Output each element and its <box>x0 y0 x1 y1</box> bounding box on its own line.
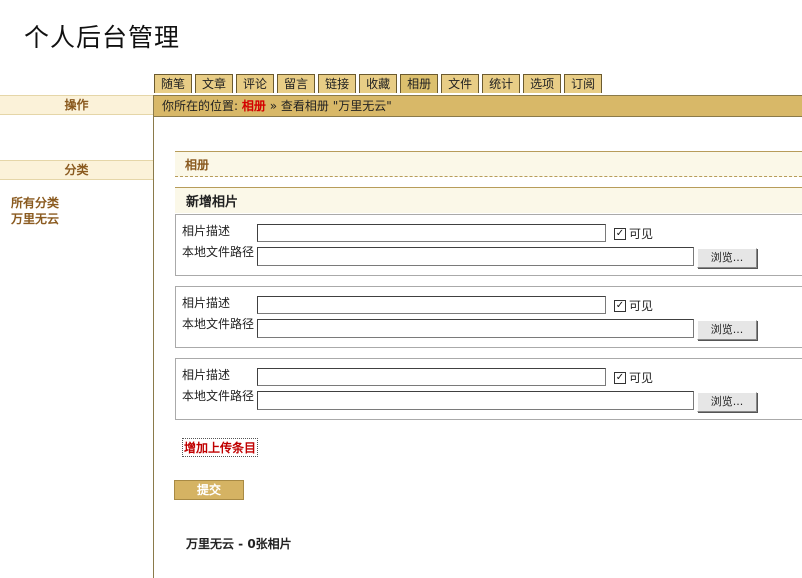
file-path-label: 本地文件路径 <box>182 317 255 331</box>
upload-row: 相片描述 ✓ 可见 本地文件路径 浏览... <box>175 286 802 348</box>
sidebar-divider <box>153 95 154 578</box>
category-list: 所有分类 万里无云 <box>11 195 59 227</box>
photo-desc-label: 相片描述 <box>182 296 231 310</box>
sidebar-item-category[interactable]: 万里无云 <box>11 211 59 227</box>
album-summary: 万里无云 - 0张相片 <box>186 537 292 551</box>
file-path-input[interactable] <box>257 391 694 410</box>
file-path-input[interactable] <box>257 319 694 338</box>
visible-toggle[interactable]: ✓ 可见 <box>614 369 653 386</box>
tab-album[interactable]: 相册 <box>400 74 439 93</box>
tab-options[interactable]: 选项 <box>523 74 562 93</box>
visible-label: 可见 <box>629 299 654 313</box>
visible-toggle[interactable]: ✓ 可见 <box>614 225 653 242</box>
add-upload-item-link[interactable]: 增加上传条目 <box>181 438 259 457</box>
file-path-input[interactable] <box>257 247 694 266</box>
new-photos-title: 新增相片 <box>186 195 239 210</box>
sidebar-item-all-categories[interactable]: 所有分类 <box>11 195 59 211</box>
visible-checkbox[interactable]: ✓ <box>614 227 626 240</box>
visible-checkbox[interactable]: ✓ <box>614 371 626 384</box>
breadcrumb-rest: 查看相册 "万里无云" <box>280 99 392 113</box>
tab-stats[interactable]: 统计 <box>482 74 521 93</box>
visible-checkbox[interactable]: ✓ <box>614 299 626 312</box>
submit-button[interactable]: 提交 <box>174 480 244 500</box>
breadcrumb-separator: » <box>269 99 278 113</box>
browse-button[interactable]: 浏览... <box>697 392 757 412</box>
upload-row: 相片描述 ✓ 可见 本地文件路径 浏览... <box>175 214 802 276</box>
file-path-label: 本地文件路径 <box>182 389 255 403</box>
visible-toggle[interactable]: ✓ 可见 <box>614 297 653 314</box>
album-section-title: 相册 <box>185 158 210 172</box>
new-photos-header: 新增相片 <box>175 187 802 213</box>
sidebar-ops-header: 操作 <box>0 95 153 115</box>
photo-desc-label: 相片描述 <box>182 224 231 238</box>
tab-subscribe[interactable]: 订阅 <box>564 74 603 93</box>
tab-articles[interactable]: 文章 <box>195 74 234 93</box>
page-title: 个人后台管理 <box>24 23 181 52</box>
photo-desc-input[interactable] <box>257 296 606 314</box>
visible-label: 可见 <box>629 227 654 241</box>
photo-desc-input[interactable] <box>257 224 606 242</box>
tab-files[interactable]: 文件 <box>441 74 480 93</box>
tab-notes[interactable]: 随笔 <box>154 74 193 93</box>
sidebar-categories-header: 分类 <box>0 160 153 180</box>
tab-links[interactable]: 链接 <box>318 74 357 93</box>
tab-messages[interactable]: 留言 <box>277 74 316 93</box>
browse-button[interactable]: 浏览... <box>697 320 757 340</box>
photo-desc-label: 相片描述 <box>182 368 231 382</box>
album-section-header: 相册 <box>175 151 802 177</box>
breadcrumb-current-link[interactable]: 相册 <box>242 99 266 113</box>
tab-comments[interactable]: 评论 <box>236 74 275 93</box>
breadcrumb: 你所在的位置: 相册 » 查看相册 "万里无云" <box>154 95 802 117</box>
browse-button[interactable]: 浏览... <box>697 248 757 268</box>
photo-desc-input[interactable] <box>257 368 606 386</box>
main-nav-tabs: 随笔 文章 评论 留言 链接 收藏 相册 文件 统计 选项 订阅 <box>154 74 605 93</box>
upload-row: 相片描述 ✓ 可见 本地文件路径 浏览... <box>175 358 802 420</box>
visible-label: 可见 <box>629 371 654 385</box>
breadcrumb-prefix: 你所在的位置: <box>162 99 239 113</box>
tab-favorites[interactable]: 收藏 <box>359 74 398 93</box>
file-path-label: 本地文件路径 <box>182 245 255 259</box>
